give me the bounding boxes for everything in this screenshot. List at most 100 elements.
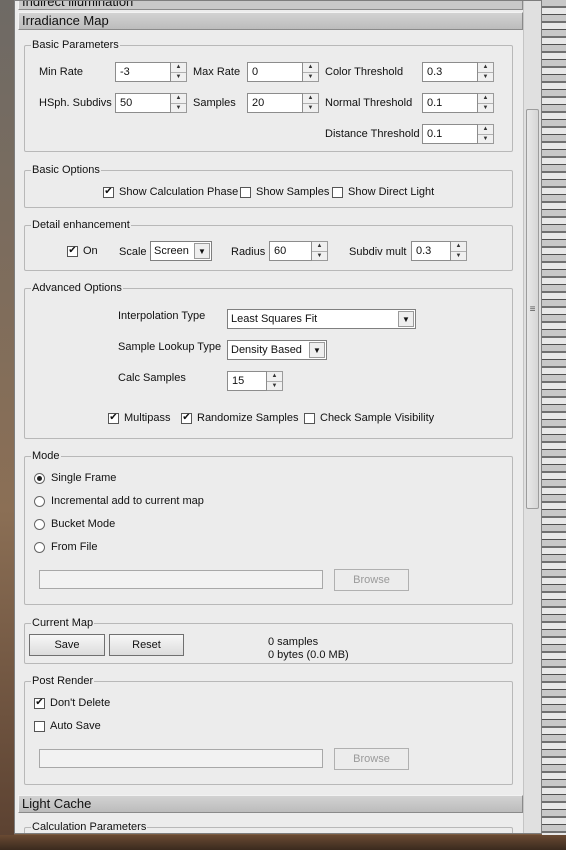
distance-threshold-spin-buttons[interactable]: ▲ ▼ bbox=[478, 124, 494, 144]
samples-spin-buttons[interactable]: ▲ ▼ bbox=[303, 93, 319, 113]
subdiv-mult-spin-buttons[interactable]: ▲ ▼ bbox=[451, 241, 467, 261]
rollout-indirect-illumination[interactable]: Indirect illumination bbox=[18, 1, 523, 10]
interpolation-type-select[interactable]: Least Squares Fit ▼ bbox=[227, 309, 416, 329]
radio-button[interactable] bbox=[34, 518, 45, 530]
radius-spinner[interactable]: ▲▼ bbox=[269, 241, 328, 261]
subdiv-mult-input[interactable] bbox=[411, 241, 451, 261]
samples-spinner[interactable]: ▲▼ bbox=[247, 93, 319, 113]
arrow-down-icon[interactable]: ▼ bbox=[312, 250, 327, 261]
chevron-down-icon[interactable]: ▼ bbox=[194, 243, 210, 259]
arrow-down-icon[interactable]: ▼ bbox=[303, 71, 318, 82]
arrow-down-icon[interactable]: ▼ bbox=[171, 102, 186, 113]
color-threshold-spinner[interactable]: ▲▼ bbox=[422, 62, 494, 82]
arrow-down-icon[interactable]: ▼ bbox=[478, 133, 493, 144]
normal-threshold-spinner[interactable]: ▲▼ bbox=[422, 93, 494, 113]
arrow-up-icon[interactable]: ▲ bbox=[303, 94, 318, 103]
arrow-up-icon[interactable]: ▲ bbox=[171, 94, 186, 103]
mode-from-file-radio[interactable]: From File bbox=[34, 541, 97, 553]
check-sample-visibility-checkbox[interactable]: Check Sample Visibility bbox=[304, 412, 434, 424]
hsph-subdivs-input[interactable] bbox=[115, 93, 171, 113]
radius-input[interactable] bbox=[269, 241, 312, 261]
arrow-down-icon[interactable]: ▼ bbox=[478, 102, 493, 113]
dont-delete-checkbox[interactable]: ✔ Don't Delete bbox=[34, 697, 110, 709]
show-direct-light-label: Show Direct Light bbox=[348, 186, 435, 198]
arrow-up-icon[interactable]: ▲ bbox=[451, 242, 466, 251]
arrow-up-icon[interactable]: ▲ bbox=[478, 63, 493, 72]
normal-threshold-spin-buttons[interactable]: ▲ ▼ bbox=[478, 93, 494, 113]
arrow-up-icon[interactable]: ▲ bbox=[478, 94, 493, 103]
arrow-down-icon[interactable]: ▼ bbox=[267, 380, 282, 391]
checkbox-box[interactable] bbox=[304, 412, 315, 424]
grip-icon: ≡ bbox=[529, 303, 536, 315]
panel-scrollbar[interactable]: ≡ bbox=[523, 1, 541, 833]
scale-select[interactable]: Screen ▼ bbox=[150, 241, 212, 261]
mode-single-frame-radio[interactable]: Single Frame bbox=[34, 472, 116, 484]
post-render-file-path-field[interactable] bbox=[39, 749, 323, 768]
normal-threshold-input[interactable] bbox=[422, 93, 478, 113]
hsph-subdivs-spinner[interactable]: ▲▼ bbox=[115, 93, 187, 113]
hsph-subdivs-spin-buttons[interactable]: ▲ ▼ bbox=[171, 93, 187, 113]
mode-file-path-field[interactable] bbox=[39, 570, 323, 589]
distance-threshold-input[interactable] bbox=[422, 124, 478, 144]
color-threshold-input[interactable] bbox=[422, 62, 478, 82]
checkbox-box[interactable] bbox=[240, 186, 251, 198]
checkbox-box[interactable]: ✔ bbox=[103, 186, 114, 198]
radius-spin-buttons[interactable]: ▲ ▼ bbox=[312, 241, 328, 261]
subdiv-mult-spinner[interactable]: ▲▼ bbox=[411, 241, 467, 261]
min-rate-spinner[interactable]: ▲▼ bbox=[115, 62, 187, 82]
rollout-irradiance-map[interactable]: Irradiance Map bbox=[18, 12, 523, 30]
mode-browse-button[interactable]: Browse bbox=[334, 569, 409, 591]
radio-button[interactable] bbox=[34, 472, 45, 484]
radio-button[interactable] bbox=[34, 541, 45, 553]
mode-bucket-radio[interactable]: Bucket Mode bbox=[34, 518, 115, 530]
radio-button[interactable] bbox=[34, 495, 45, 507]
max-rate-input[interactable] bbox=[247, 62, 303, 82]
arrow-up-icon[interactable]: ▲ bbox=[267, 372, 282, 381]
auto-save-checkbox[interactable]: Auto Save bbox=[34, 720, 101, 732]
randomize-samples-label: Randomize Samples bbox=[197, 412, 299, 424]
calc-samples-spinner[interactable]: ▲▼ bbox=[227, 371, 283, 391]
check-sample-visibility-label: Check Sample Visibility bbox=[320, 412, 435, 424]
arrow-up-icon[interactable]: ▲ bbox=[312, 242, 327, 251]
arrow-up-icon[interactable]: ▲ bbox=[171, 63, 186, 72]
rollout-light-cache[interactable]: Light Cache bbox=[18, 795, 523, 813]
checkbox-box[interactable]: ✔ bbox=[67, 245, 78, 257]
checkbox-box[interactable] bbox=[34, 720, 45, 732]
arrow-up-icon[interactable]: ▲ bbox=[478, 125, 493, 134]
chevron-down-icon[interactable]: ▼ bbox=[309, 342, 325, 358]
reset-map-button[interactable]: Reset bbox=[109, 634, 184, 656]
min-rate-input[interactable] bbox=[115, 62, 171, 82]
distance-threshold-spinner[interactable]: ▲▼ bbox=[422, 124, 494, 144]
hsph-subdivs-label: HSph. Subdivs bbox=[39, 97, 112, 109]
chevron-down-icon[interactable]: ▼ bbox=[398, 311, 414, 327]
mode-incremental-radio[interactable]: Incremental add to current map bbox=[34, 495, 204, 507]
color-threshold-spin-buttons[interactable]: ▲ ▼ bbox=[478, 62, 494, 82]
checkbox-box[interactable]: ✔ bbox=[181, 412, 192, 424]
arrow-up-icon[interactable]: ▲ bbox=[303, 63, 318, 72]
detail-on-checkbox[interactable]: ✔ On bbox=[67, 245, 98, 257]
show-samples-checkbox[interactable]: Show Samples bbox=[240, 186, 329, 198]
check-icon: ✔ bbox=[35, 697, 44, 708]
scrollbar-thumb[interactable]: ≡ bbox=[526, 109, 539, 509]
save-map-button[interactable]: Save bbox=[29, 634, 105, 656]
sample-lookup-type-select[interactable]: Density Based ▼ bbox=[227, 340, 327, 360]
arrow-down-icon[interactable]: ▼ bbox=[478, 71, 493, 82]
min-rate-spin-buttons[interactable]: ▲ ▼ bbox=[171, 62, 187, 82]
show-calc-phase-checkbox[interactable]: ✔ Show Calculation Phase bbox=[103, 186, 238, 198]
multipass-checkbox[interactable]: ✔ Multipass bbox=[108, 412, 170, 424]
checkbox-box[interactable]: ✔ bbox=[34, 697, 45, 709]
checkbox-box[interactable]: ✔ bbox=[108, 412, 119, 424]
arrow-down-icon[interactable]: ▼ bbox=[171, 71, 186, 82]
samples-input[interactable] bbox=[247, 93, 303, 113]
post-render-browse-button[interactable]: Browse bbox=[334, 748, 409, 770]
arrow-down-icon[interactable]: ▼ bbox=[451, 250, 466, 261]
calc-samples-input[interactable] bbox=[227, 371, 267, 391]
max-rate-spinner[interactable]: ▲▼ bbox=[247, 62, 319, 82]
randomize-samples-checkbox[interactable]: ✔ Randomize Samples bbox=[181, 412, 299, 424]
viewport-left-edge bbox=[0, 0, 14, 850]
show-direct-light-checkbox[interactable]: Show Direct Light bbox=[332, 186, 434, 198]
calc-samples-spin-buttons[interactable]: ▲ ▼ bbox=[267, 371, 283, 391]
max-rate-spin-buttons[interactable]: ▲ ▼ bbox=[303, 62, 319, 82]
arrow-down-icon[interactable]: ▼ bbox=[303, 102, 318, 113]
checkbox-box[interactable] bbox=[332, 186, 343, 198]
